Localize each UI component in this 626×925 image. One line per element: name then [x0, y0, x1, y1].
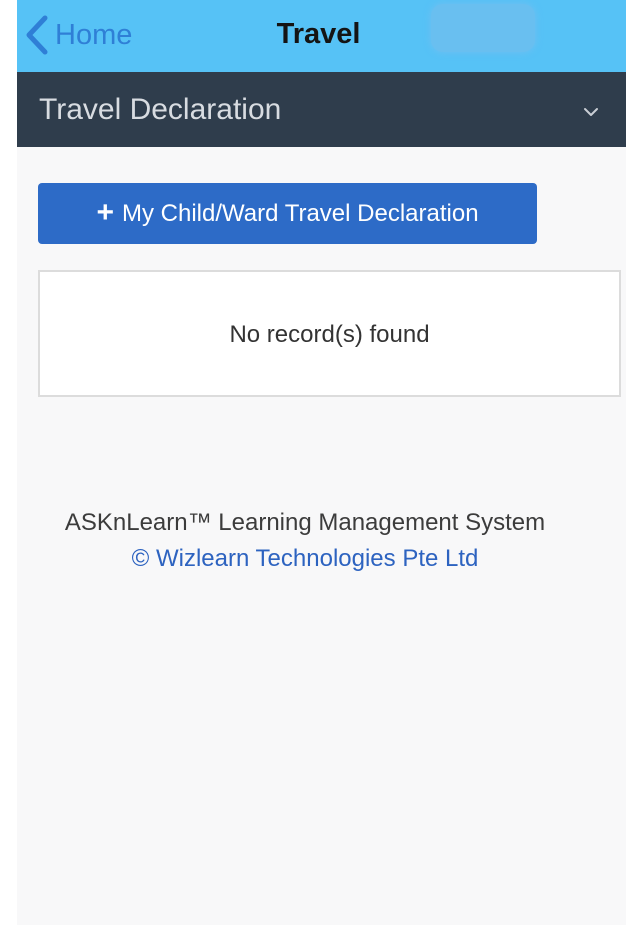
plus-icon: + [96, 195, 114, 229]
empty-records-message: No record(s) found [229, 320, 430, 348]
footer-copyright-link[interactable]: © Wizlearn Technologies Pte Ltd [0, 541, 618, 577]
back-button-label: Home [55, 18, 133, 51]
footer-product-name: ASKnLearn™ Learning Management System [64, 509, 546, 536]
add-travel-declaration-button[interactable]: + My Child/Ward Travel Declaration [38, 183, 537, 244]
top-navigation-bar: Home Travel [17, 0, 626, 72]
back-button[interactable]: Home [25, 14, 132, 56]
add-travel-declaration-label: My Child/Ward Travel Declaration [121, 199, 479, 227]
section-title: Travel Declaration [39, 93, 282, 126]
chevron-down-icon [583, 104, 599, 122]
chevron-left-icon [25, 15, 49, 55]
records-panel: No record(s) found [38, 270, 621, 397]
section-header-dropdown[interactable]: Travel Declaration [17, 72, 626, 147]
blurred-overlay [431, 4, 535, 52]
page-title-text: Travel [276, 18, 361, 50]
app-screen: Home Travel Travel Declaration + My Chil… [17, 0, 626, 925]
footer: ASKnLearn™ Learning Management System © … [0, 505, 626, 577]
